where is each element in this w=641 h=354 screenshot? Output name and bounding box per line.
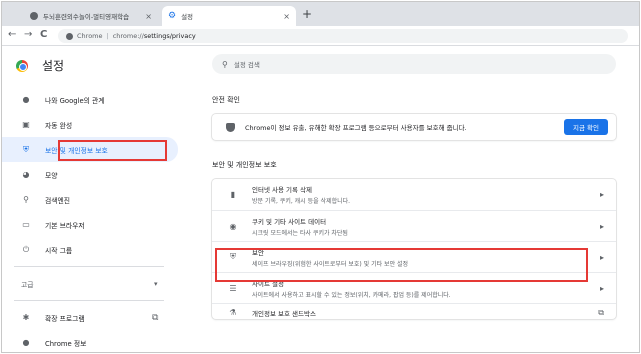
tune-icon: ☰ [229,283,237,293]
chrome-site-icon [66,32,73,40]
url-separator: | [106,32,109,40]
open-in-new-icon: ⧉ [598,308,604,317]
site-favicon-icon [30,12,38,20]
address-bar[interactable]: Chrome | chrome://settings/privacy [58,29,628,43]
settings-page: 설정 ⚲ 설정 검색 ● 나와 Google의 관계 ▣ 자동 완성 ⛨ 보안 … [2,47,639,352]
palette-icon: ◕ [22,170,30,179]
settings-main: 안전 확인 Chrome이 정보 유출, 유해한 확장 프로그램 등으로부터 사… [212,95,616,319]
privacy-row-clear-browsing-data[interactable]: ▮ 인터넷 사용 기록 삭제 방문 기록, 쿠키, 캐시 등을 삭제합니다. ▸ [212,179,616,210]
sidebar-item-you-and-google[interactable]: ● 나와 Google의 관계 [2,87,182,112]
browser-window: 두뇌훈련외수놀이-멀티영재학습 × ⚙ 설정 × + ← → C Chrome … [1,1,640,353]
sidebar-item-label: 확장 프로그램 [45,314,85,323]
settings-sidebar: ● 나와 Google의 관계 ▣ 자동 완성 ⛨ 보안 및 개인정보 보호 ◕… [2,87,182,352]
site-label: Chrome [77,32,103,40]
tab-settings[interactable]: ⚙ 설정 × [162,6,296,26]
safety-check-row: Chrome이 정보 유출, 유해한 확장 프로그램 등으로부터 사용자를 보호… [212,114,616,140]
browser-icon: ▭ [22,220,30,229]
row-title: 개인정보 보호 샌드박스 [252,310,316,318]
privacy-row-cookies[interactable]: ◉ 쿠키 및 기타 사이트 데이터 시크릿 모드에서는 타사 쿠키가 차단됨 ▸ [212,210,616,241]
sidebar-item-extensions[interactable]: ✱ 확장 프로그램 ⧉ [2,305,182,330]
tab-strip: 두뇌훈련외수놀이-멀티영재학습 × ⚙ 설정 × + [2,2,639,26]
forward-button[interactable]: → [24,29,32,40]
sidebar-item-label: Chrome 정보 [45,339,87,348]
row-subtitle: 사이트에서 사용하고 표시할 수 있는 정보(위치, 카메라, 팝업 등)를 제… [252,291,451,299]
safety-check-text: Chrome이 정보 유출, 유해한 확장 프로그램 등으로부터 사용자를 보호… [245,124,467,132]
chrome-logo-icon [16,59,28,72]
browser-toolbar: ← → C Chrome | chrome://settings/privacy [2,26,639,46]
highlight-box-site-settings [215,248,588,282]
privacy-heading: 보안 및 개인정보 보호 [212,161,277,169]
sidebar-item-default-browser[interactable]: ▭ 기본 브라우저 [2,212,182,237]
tab-close-icon[interactable]: × [145,12,152,21]
sidebar-item-label: 자동 완성 [45,121,73,130]
safety-shield-icon [226,122,235,132]
reload-button[interactable]: C [40,29,47,40]
sidebar-item-autofill[interactable]: ▣ 자동 완성 [2,112,182,137]
check-now-button[interactable]: 지금 확인 [564,119,608,135]
chevron-right-icon: ▸ [599,283,604,293]
tab-title: 설정 [181,13,194,21]
power-icon: ⏻ [22,244,30,254]
highlight-box-sidebar [58,140,167,161]
open-in-new-icon: ⧉ [152,312,159,323]
sidebar-item-search-engine[interactable]: ⚲ 검색엔진 [2,187,182,212]
chevron-right-icon: ▸ [599,252,604,262]
sidebar-item-label: 모양 [45,171,58,180]
chevron-right-icon: ▸ [599,190,604,199]
safety-check-card: Chrome이 정보 유출, 유해한 확장 프로그램 등으로부터 사용자를 보호… [212,114,616,140]
puzzle-icon: ✱ [22,313,30,322]
new-tab-button[interactable]: + [302,7,312,21]
chevron-down-icon: ▾ [154,279,158,288]
sidebar-divider [14,300,164,301]
person-icon: ● [22,95,30,104]
shield-icon: ⛨ [23,144,29,154]
settings-search-input[interactable]: ⚲ 설정 검색 [212,54,616,74]
sidebar-item-label: 검색엔진 [45,196,71,205]
sidebar-item-about-chrome[interactable]: ● Chrome 정보 [2,330,182,352]
tab-title: 두뇌훈련외수놀이-멀티영재학습 [43,13,130,21]
safety-check-heading: 안전 확인 [212,96,240,104]
tab-close-icon[interactable]: × [283,12,290,21]
sidebar-item-appearance[interactable]: ◕ 모양 [2,162,182,187]
search-placeholder: 설정 검색 [233,61,260,69]
clipboard-icon: ▣ [22,120,30,129]
sidebar-divider [14,266,164,267]
chevron-right-icon: ▸ [599,221,604,231]
sidebar-item-label: 나와 Google의 관계 [45,96,105,105]
privacy-row-sandbox[interactable]: ⚗ 개인정보 보호 샌드박스 ⧉ [212,303,616,319]
trash-icon: ▮ [230,190,236,199]
settings-header: 설정 [16,57,64,74]
gear-icon: ⚙ [168,11,177,21]
sidebar-item-on-startup[interactable]: ⏻ 시작 그룹 [2,237,182,262]
page-title: 설정 [42,59,65,73]
row-title: 쿠키 및 기타 사이트 데이터 [252,217,327,226]
search-icon: ⚲ [23,195,29,204]
tab-inactive[interactable]: 두뇌훈련외수놀이-멀티영재학습 × [24,6,158,26]
cookie-icon: ◉ [229,221,237,231]
row-subtitle: 방문 기록, 쿠키, 캐시 등을 삭제합니다. [252,198,351,205]
chrome-icon: ● [22,338,30,347]
url-path: settings/privacy [143,32,196,40]
sidebar-item-label: 고급 [21,280,34,289]
sidebar-advanced-toggle[interactable]: 고급 ▾ [2,271,182,296]
search-icon: ⚲ [222,59,228,69]
row-title: 인터넷 사용 기록 삭제 [252,186,313,194]
sidebar-item-label: 기본 브라우저 [45,221,85,230]
url-scheme: chrome:// [112,32,144,40]
row-subtitle: 시크릿 모드에서는 타사 쿠키가 차단됨 [252,229,348,237]
sidebar-item-label: 시작 그룹 [45,246,73,255]
flask-icon: ⚗ [229,308,237,317]
back-button[interactable]: ← [8,29,16,40]
